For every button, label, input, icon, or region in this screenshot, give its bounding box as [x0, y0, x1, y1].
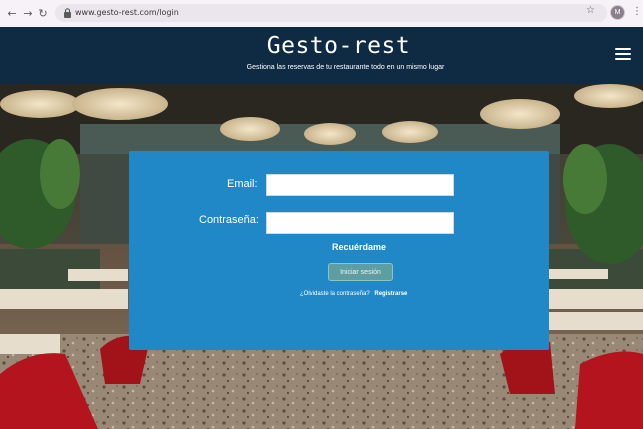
reload-icon: ↻: [38, 6, 48, 20]
browser-toolbar: ← → ↻ www.gesto-rest.com/login ☆ M ⋮: [0, 0, 643, 27]
site-title: Gesto-rest: [266, 33, 411, 59]
hamburger-icon[interactable]: [615, 48, 631, 61]
bookmark-star-icon[interactable]: ☆: [586, 5, 595, 16]
back-button[interactable]: ←: [4, 5, 20, 21]
register-link[interactable]: Registrarse: [374, 291, 407, 297]
auth-links: ¿Olvidaste la contraseña? Registrarse: [300, 290, 407, 298]
forgot-password-link[interactable]: ¿Olvidaste la contraseña?: [300, 291, 370, 297]
site-subtitle: Gestiona las reservas de tu restaurante …: [246, 64, 445, 71]
forward-button[interactable]: →: [20, 5, 36, 21]
login-form: Email: Contraseña: Recuérdame Iniciar se…: [129, 151, 549, 350]
url-text: www.gesto-rest.com/login: [75, 8, 179, 17]
arrow-left-icon: ←: [7, 6, 17, 20]
reload-button[interactable]: ↻: [35, 5, 51, 21]
password-input[interactable]: [266, 212, 454, 234]
login-button[interactable]: Iniciar sesión: [328, 263, 393, 281]
address-bar[interactable]: www.gesto-rest.com/login: [55, 4, 607, 22]
remember-me-toggle[interactable]: Recuérdame: [332, 241, 386, 253]
email-input[interactable]: [266, 174, 454, 196]
password-label: Contraseña:: [199, 214, 259, 226]
site-header: Gesto-rest Gestiona las reservas de tu r…: [0, 27, 643, 84]
profile-avatar[interactable]: M: [610, 5, 625, 20]
kebab-icon[interactable]: ⋮: [632, 5, 642, 19]
email-label: Email:: [227, 178, 258, 190]
arrow-right-icon: →: [23, 6, 33, 20]
lock-icon: [64, 8, 71, 18]
